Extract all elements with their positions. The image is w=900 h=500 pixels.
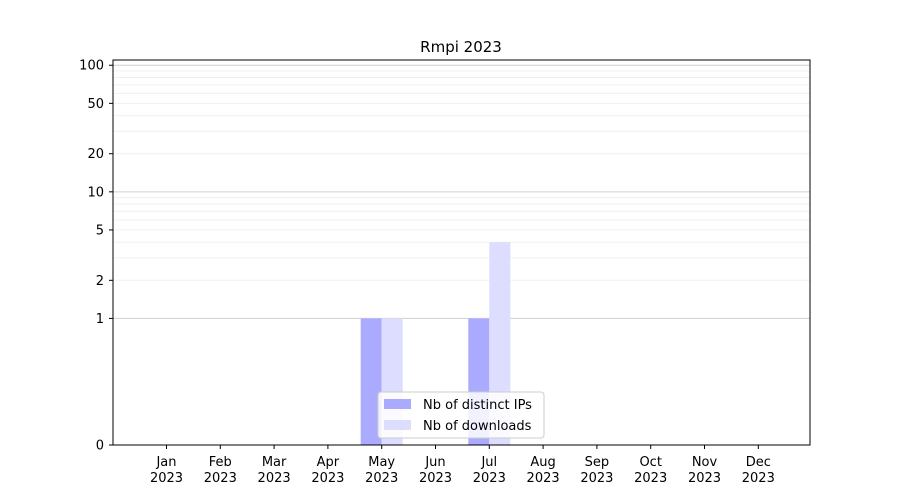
x-tick-label-year: 2023 [634,471,667,486]
x-tick-label-year: 2023 [204,471,237,486]
y-tick-label: 10 [87,185,104,200]
legend-label: Nb of downloads [423,419,532,434]
chart: Rmpi 2023 0125102050100 Jan2023Feb2023Ma… [79,38,811,486]
x-tick-label-month: Mar [262,455,287,470]
x-tick-label-month: Sep [585,455,610,470]
x-axis: Jan2023Feb2023Mar2023Apr2023May2023Jun20… [150,445,775,486]
x-tick-label-year: 2023 [150,471,183,486]
legend: Nb of distinct IPs Nb of downloads [377,391,545,439]
y-tick-label: 5 [96,223,104,238]
y-tick-label: 20 [87,147,104,162]
x-tick-label-month: May [368,455,395,470]
x-tick-label-month: Aug [530,455,555,470]
x-tick-label-month: Jan [155,455,176,470]
x-tick-label-month: Jul [480,455,497,470]
x-tick-label-month: Apr [317,455,340,470]
x-tick-label-year: 2023 [580,471,613,486]
y-tick-label: 100 [79,59,104,74]
plot-area-frame [112,59,811,446]
legend-label: Nb of distinct IPs [423,398,532,413]
x-tick-label-year: 2023 [688,471,721,486]
x-tick-label-year: 2023 [311,471,344,486]
y-axis: 0 1 2 5 10 20 50 100 [79,59,113,454]
y-tick-label: 0 [96,439,104,454]
x-tick-label-month: Oct [639,455,661,470]
x-tick-label-year: 2023 [742,471,775,486]
x-tick-label-year: 2023 [527,471,560,486]
y-tick-label: 2 [96,274,104,289]
y-tick-label: 1 [96,312,104,327]
legend-swatch [384,399,411,409]
grid-lines [113,64,810,319]
x-tick-label-year: 2023 [473,471,506,486]
x-tick-label-month: Nov [692,455,718,470]
x-tick-label-month: Jun [424,455,445,470]
x-tick-label-year: 2023 [258,471,291,486]
x-tick-label-month: Feb [209,455,232,470]
legend-swatch [384,420,411,430]
x-tick-label-month: Dec [746,455,771,470]
x-tick-label-year: 2023 [365,471,398,486]
chart-title: Rmpi 2023 [420,38,502,56]
x-tick-label-year: 2023 [419,471,452,486]
y-tick-label: 50 [87,97,104,112]
